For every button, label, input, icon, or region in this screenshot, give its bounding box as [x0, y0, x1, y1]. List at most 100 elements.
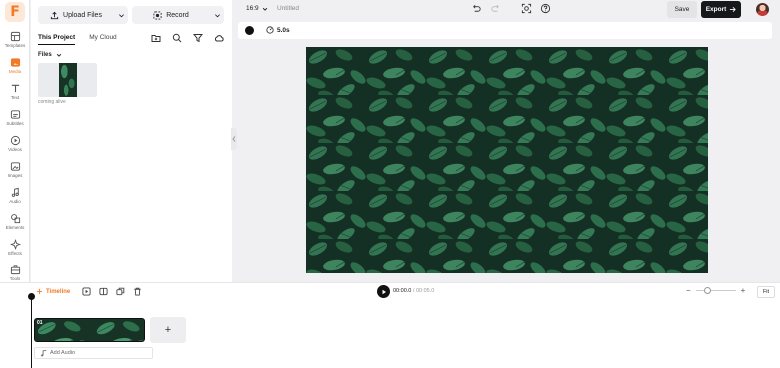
zoom-slider-knob[interactable] [703, 287, 711, 294]
time-readout: 00:00.0 / 00:05.0 [393, 288, 434, 294]
sidebar-item-text[interactable]: Text [0, 82, 30, 106]
tools-icon [10, 265, 20, 275]
sidebar-item-label: Tools [9, 276, 21, 281]
chevron-down-icon [56, 53, 61, 57]
timeline-label: Timeline [46, 288, 71, 295]
playhead-handle[interactable] [28, 293, 35, 300]
sidebar-item-subtitles[interactable]: Subtitles [0, 108, 30, 132]
sidebar-item-label: Text [10, 95, 20, 100]
media-file-card[interactable] [38, 63, 97, 97]
record-icon [153, 10, 162, 20]
save-button[interactable]: Save [667, 1, 697, 18]
aspect-ratio-select[interactable]: 16:9 [246, 5, 268, 12]
sidebar-item-images[interactable]: Images [0, 160, 30, 184]
panel-toolbar [151, 33, 224, 43]
app-logo[interactable]: F [5, 2, 25, 22]
logo-letter: F [10, 4, 20, 20]
files-label: Files [38, 52, 52, 58]
record-dropdown-toggle[interactable] [210, 12, 224, 19]
new-folder-icon[interactable] [151, 33, 161, 43]
sidebar-item-label: Subtitles [6, 121, 24, 126]
files-section-toggle[interactable]: Files [38, 52, 62, 58]
audio-icon [11, 187, 19, 197]
export-button[interactable]: Export [701, 1, 741, 18]
sidebar-item-videos[interactable]: Videos [0, 134, 30, 158]
panel-collapse-handle[interactable] [231, 128, 237, 150]
cloud-icon[interactable] [214, 33, 224, 43]
media-file-name: coming alive [38, 99, 66, 105]
topbar-actions [471, 3, 551, 14]
record-button[interactable]: Record [132, 6, 224, 24]
video-clip[interactable]: 01 [34, 318, 145, 342]
subtitles-icon [10, 110, 20, 119]
sidebar-item-effects[interactable]: Effects [0, 238, 30, 262]
sidebar-item-label: Media [8, 69, 22, 74]
play-button[interactable] [377, 285, 390, 298]
help-icon[interactable] [540, 3, 551, 14]
play-icon [382, 289, 386, 294]
total-time: 00:05.0 [415, 288, 435, 294]
upload-files-button[interactable]: Upload Files [38, 6, 128, 24]
sidebar-item-media[interactable]: Media [0, 56, 30, 80]
media-tabs: This Project My Cloud [38, 34, 117, 45]
zoom-control: − + [686, 286, 745, 295]
zoom-out-button[interactable]: − [686, 286, 691, 295]
tab-my-cloud[interactable]: My Cloud [89, 34, 116, 45]
chevron-left-icon [232, 136, 236, 142]
leaves-image [306, 47, 708, 273]
chevron-down-icon [118, 13, 124, 17]
duration-value: 5.0s [277, 26, 290, 34]
effects-icon [9, 239, 21, 250]
sidebar-item-elements[interactable]: Elements [0, 212, 30, 236]
media-icon [10, 58, 20, 67]
delete-icon[interactable] [133, 287, 142, 296]
play-clip-icon[interactable] [82, 287, 91, 296]
filter-icon[interactable] [193, 33, 203, 43]
sidebar-item-label: Templates [4, 43, 26, 48]
upload-dropdown-toggle[interactable] [114, 12, 128, 19]
add-clip-button[interactable]: + [150, 317, 186, 343]
duration-control[interactable]: 5.0s [266, 26, 290, 34]
zoom-slider[interactable] [695, 287, 736, 294]
duplicate-icon[interactable] [116, 287, 125, 296]
add-audio-label: Add Audio [50, 350, 76, 356]
time-separator: / [412, 288, 415, 294]
sidebar-item-label: Effects [8, 251, 22, 256]
screenshot-icon[interactable] [521, 3, 532, 14]
user-avatar[interactable] [756, 3, 769, 16]
chevron-down-icon [214, 13, 220, 17]
timer-icon [266, 26, 274, 34]
background-color-swatch[interactable] [245, 26, 254, 35]
arrow-right-icon [730, 7, 737, 12]
upload-files-main[interactable]: Upload Files [38, 11, 114, 20]
canvas-toolbar: 5.0s [238, 22, 772, 39]
video-canvas[interactable] [306, 47, 708, 273]
text-icon [11, 84, 19, 93]
timeline-toggle[interactable]: Timeline [36, 288, 70, 295]
project-title[interactable]: Untitled [277, 5, 299, 12]
sidebar-rail: F Templates Media Text Subtitles Videos … [0, 0, 30, 282]
add-audio-button[interactable]: Add Audio [34, 347, 153, 359]
images-icon [10, 162, 20, 171]
sidebar-item-label: Audio [9, 199, 21, 204]
zoom-in-button[interactable]: + [741, 286, 746, 295]
tab-this-project[interactable]: This Project [38, 34, 76, 45]
sidebar-item-audio[interactable]: Audio [0, 186, 30, 210]
timeline-tools [82, 287, 142, 296]
undo-icon[interactable] [471, 3, 482, 14]
clip-filmstrip [35, 319, 144, 341]
record-main[interactable]: Record [132, 10, 210, 20]
fit-button[interactable]: Fit [757, 286, 775, 298]
sidebar-item-label: Videos [8, 147, 22, 152]
upload-icon [50, 11, 59, 19]
editor-topbar: 16:9 Untitled Save Export [233, 0, 780, 19]
redo-icon[interactable] [490, 3, 501, 14]
clip-number: 01 [37, 320, 43, 326]
sidebar-item-templates[interactable]: Templates [0, 30, 30, 54]
playhead[interactable] [31, 296, 32, 368]
templates-icon [10, 31, 20, 42]
search-icon[interactable] [172, 33, 182, 43]
current-time: 00:00.0 [393, 288, 412, 294]
split-icon[interactable] [99, 287, 108, 296]
